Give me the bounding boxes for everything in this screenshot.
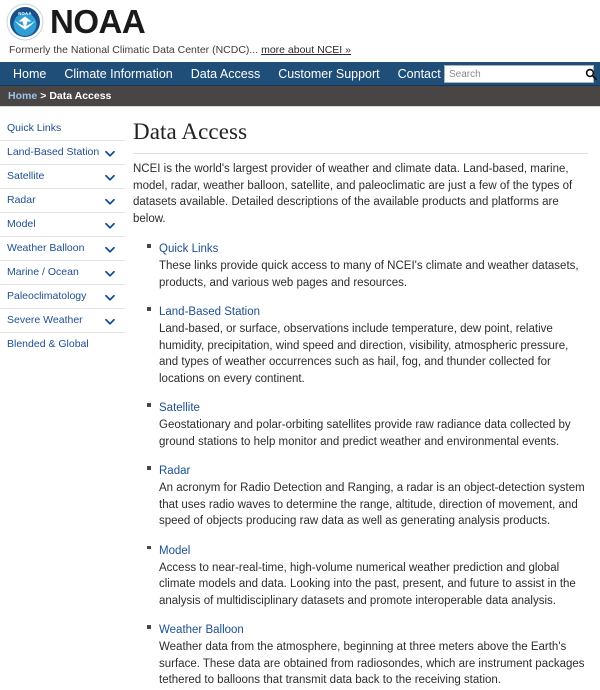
sidebar-item-label: Land-Based Station xyxy=(7,146,100,158)
sidebar-item-satellite[interactable]: Satellite xyxy=(0,165,125,189)
chevron-down-icon xyxy=(105,245,115,253)
breadcrumb-current: Data Access xyxy=(49,90,112,102)
topic-link-land-based-station[interactable]: Land-Based Station xyxy=(159,305,260,320)
topic-link-weather-balloon[interactable]: Weather Balloon xyxy=(159,623,244,638)
sidebar-item-model[interactable]: Model xyxy=(0,213,125,237)
sidebar-item-label: Quick Links xyxy=(7,122,62,134)
intro-paragraph: NCEI is the world's largest provider of … xyxy=(133,163,573,225)
sidebar-item-severe-weather[interactable]: Severe Weather xyxy=(0,309,125,333)
topic-link-model[interactable]: Model xyxy=(159,544,190,559)
svg-text:NOAA: NOAA xyxy=(18,11,32,16)
list-item: Weather Balloon Weather data from the at… xyxy=(147,620,588,689)
search-button[interactable] xyxy=(585,66,597,82)
sidebar-item-label: Model xyxy=(7,218,36,230)
topic-link-radar[interactable]: Radar xyxy=(159,464,190,479)
topic-link-satellite[interactable]: Satellite xyxy=(159,401,200,416)
topic-description: An acronym for Radio Detection and Rangi… xyxy=(159,482,585,527)
masthead: NOAA NOAA Formerly the National Climatic… xyxy=(0,0,600,62)
chevron-down-icon xyxy=(105,221,115,229)
sidebar-item-label: Severe Weather xyxy=(7,314,83,326)
sidebar-item-label: Paleoclimatology xyxy=(7,290,87,302)
sidebar-item-label: Weather Balloon xyxy=(7,242,85,254)
chevron-down-icon xyxy=(105,149,115,157)
primary-navigation: Home Climate Information Data Access Cus… xyxy=(0,62,600,86)
topic-list: Quick Links These links provide quick ac… xyxy=(133,239,588,690)
topic-description: Access to near-real-time, high-volume nu… xyxy=(159,561,576,607)
noaa-seal-icon[interactable]: NOAA xyxy=(6,3,44,41)
list-item: Radar An acronym for Radio Detection and… xyxy=(147,461,588,530)
nav-item-data-access[interactable]: Data Access xyxy=(182,62,269,86)
sidebar-item-blended-global[interactable]: Blended & Global xyxy=(0,333,125,356)
nav-item-home[interactable]: Home xyxy=(4,62,55,86)
topic-link-quick-links[interactable]: Quick Links xyxy=(159,242,218,257)
chevron-down-icon xyxy=(105,197,115,205)
breadcrumb-home-link[interactable]: Home xyxy=(8,90,37,102)
nav-item-customer-support[interactable]: Customer Support xyxy=(269,62,388,86)
sidebar-item-label: Blended & Global xyxy=(7,338,89,350)
breadcrumb-separator: > xyxy=(40,90,47,102)
logo-row: NOAA NOAA xyxy=(0,0,600,40)
tagline-text: Formerly the National Climatic Data Cent… xyxy=(9,44,259,56)
topic-description: These links provide quick access to many… xyxy=(159,260,579,289)
list-item: Land-Based Station Land-based, or surfac… xyxy=(147,302,588,387)
search-box xyxy=(444,65,597,83)
sidebar-item-label: Marine / Ocean xyxy=(7,266,79,278)
noaa-wordmark: NOAA xyxy=(50,2,146,40)
list-item: Satellite Geostationary and polar-orbiti… xyxy=(147,398,588,450)
chevron-down-icon xyxy=(105,269,115,277)
sidebar-item-paleoclimatology[interactable]: Paleoclimatology xyxy=(0,285,125,309)
sidebar: Quick Links Land-Based Station Satellite… xyxy=(0,107,125,356)
nav-item-climate-information[interactable]: Climate Information xyxy=(55,62,181,86)
topic-description: Geostationary and polar-orbiting satelli… xyxy=(159,419,571,448)
topic-description: Land-based, or surface, observations inc… xyxy=(159,323,569,385)
sidebar-item-weather-balloon[interactable]: Weather Balloon xyxy=(0,237,125,261)
sidebar-item-radar[interactable]: Radar xyxy=(0,189,125,213)
more-about-ncei-link[interactable]: more about NCEI » xyxy=(261,44,351,56)
chevron-down-icon xyxy=(105,293,115,301)
masthead-tagline: Formerly the National Climatic Data Cent… xyxy=(0,40,600,57)
sidebar-item-marine-ocean[interactable]: Marine / Ocean xyxy=(0,261,125,285)
main-content: Data Access NCEI is the world's largest … xyxy=(125,107,600,690)
chevron-down-icon xyxy=(105,317,115,325)
nav-item-contact[interactable]: Contact xyxy=(389,62,450,86)
sidebar-item-label: Radar xyxy=(7,194,36,206)
page-body: Quick Links Land-Based Station Satellite… xyxy=(0,107,600,690)
chevron-down-icon xyxy=(105,173,115,181)
search-icon xyxy=(585,68,597,80)
page-title: Data Access xyxy=(133,119,588,154)
search-input[interactable] xyxy=(445,66,585,82)
sidebar-item-land-based-station[interactable]: Land-Based Station xyxy=(0,141,125,165)
list-item: Quick Links These links provide quick ac… xyxy=(147,239,588,291)
sidebar-item-quick-links[interactable]: Quick Links xyxy=(0,117,125,141)
list-item: Model Access to near-real-time, high-vol… xyxy=(147,541,588,610)
breadcrumb: Home > Data Access xyxy=(0,86,600,107)
topic-description: Weather data from the atmosphere, beginn… xyxy=(159,641,585,686)
sidebar-item-label: Satellite xyxy=(7,170,45,182)
